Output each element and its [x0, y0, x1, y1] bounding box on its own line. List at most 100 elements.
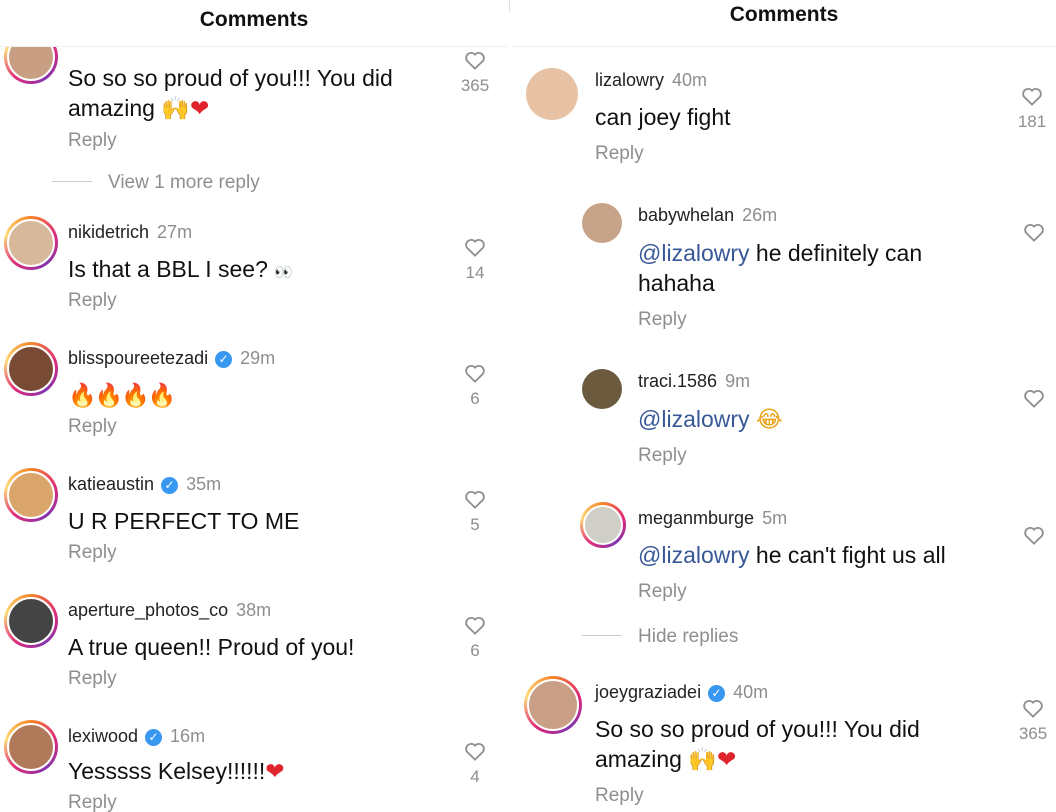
like-count: 4: [470, 767, 480, 786]
comments-header: Comments: [512, 0, 1056, 47]
reply-button[interactable]: Reply: [68, 290, 117, 312]
avatar[interactable]: [4, 342, 58, 396]
username[interactable]: lexiwood: [68, 726, 138, 746]
comment-text: @lizalowry he can't fight us all: [638, 542, 946, 568]
like-count: 365: [460, 76, 490, 95]
thread-line: [52, 181, 92, 182]
avatar[interactable]: [4, 594, 58, 648]
reply-button[interactable]: Reply: [68, 792, 117, 812]
mention-link[interactable]: @lizalowry: [638, 406, 750, 432]
username[interactable]: babywhelan: [638, 205, 734, 225]
timestamp: 40m: [733, 682, 769, 702]
heart-icon: [465, 52, 485, 70]
username[interactable]: lizalowry: [595, 70, 664, 90]
avatar[interactable]: [582, 369, 622, 409]
avatar[interactable]: [4, 216, 58, 270]
comment-meta: lizalowry 40m: [595, 70, 707, 91]
username[interactable]: blisspoureetezadi: [68, 348, 208, 368]
comment-meta: blisspoureetezadi ✓ 29m: [68, 348, 275, 369]
emoji: 👀: [274, 263, 293, 281]
timestamp: 38m: [236, 600, 272, 620]
comments-header: Comments: [0, 0, 508, 47]
reply-button[interactable]: Reply: [638, 581, 687, 603]
comment-meta: joeygraziadei ✓ 40m: [595, 682, 768, 703]
emoji: ❤: [265, 759, 285, 785]
avatar[interactable]: [580, 502, 626, 548]
mention-link[interactable]: @lizalowry: [638, 240, 750, 266]
like-button[interactable]: 181: [1002, 86, 1056, 132]
username[interactable]: meganmburge: [638, 508, 754, 528]
verified-badge-icon: ✓: [145, 729, 163, 746]
comment-meta: nikidetrich 27m: [68, 222, 192, 243]
like-button[interactable]: 5: [445, 489, 505, 535]
comment-meta: meganmburge 5m: [638, 508, 787, 529]
like-button[interactable]: [1004, 222, 1056, 242]
like-button[interactable]: [1004, 525, 1056, 545]
heart-icon: [1022, 88, 1042, 106]
comment-text: @lizalowry he definitely can hahaha: [638, 240, 923, 296]
comment-meta: katieaustin ✓ 35m: [68, 474, 221, 495]
emoji: 😂: [755, 407, 783, 433]
reply-button[interactable]: Reply: [68, 416, 117, 438]
avatar[interactable]: [524, 676, 582, 734]
timestamp: 16m: [170, 726, 206, 746]
avatar[interactable]: [4, 720, 58, 774]
username[interactable]: nikidetrich: [68, 222, 149, 242]
mention-link[interactable]: @lizalowry: [638, 542, 750, 568]
username[interactable]: joeygraziadei: [595, 682, 701, 702]
comment-meta: aperture_photos_co 38m: [68, 600, 271, 621]
like-count: 6: [470, 389, 480, 408]
page-title: Comments: [199, 8, 309, 31]
heart-icon: [465, 365, 485, 383]
like-count: 181: [1017, 112, 1047, 131]
verified-badge-icon: ✓: [708, 685, 726, 702]
reply-button[interactable]: Reply: [638, 445, 687, 467]
timestamp: 35m: [186, 474, 222, 494]
like-count: 6: [470, 641, 480, 660]
username[interactable]: traci.1586: [638, 371, 717, 391]
like-button[interactable]: 365: [1003, 698, 1056, 744]
comment-text: A true queen!! Proud of you!: [68, 634, 355, 660]
reply-button[interactable]: Reply: [68, 130, 117, 152]
like-button[interactable]: 4: [445, 741, 505, 787]
verified-badge-icon: ✓: [215, 351, 233, 368]
like-count: 5: [470, 515, 480, 534]
reply-button[interactable]: Reply: [638, 309, 687, 331]
comment-text: @lizalowry 😂: [638, 404, 783, 435]
reply-button[interactable]: Reply: [595, 143, 644, 165]
username[interactable]: katieaustin: [68, 474, 154, 494]
comment-text: So so so proud of you!!! You did amazing …: [595, 716, 920, 773]
like-button[interactable]: 6: [445, 615, 505, 661]
like-count: 365: [1018, 724, 1048, 743]
heart-icon: [1023, 700, 1043, 718]
reply-button[interactable]: Reply: [595, 785, 644, 807]
timestamp: 26m: [742, 205, 778, 225]
emoji: 🙌❤: [688, 747, 737, 773]
timestamp: 9m: [725, 371, 751, 391]
username[interactable]: aperture_photos_co: [68, 600, 228, 620]
comment-text: Is that a BBL I see? 👀: [68, 256, 293, 282]
thread-line: [582, 635, 622, 636]
right-comments-panel: Comments lizalowry 40m can joey fight Rep…: [512, 0, 1056, 812]
timestamp: 5m: [762, 508, 788, 528]
like-button[interactable]: [1004, 388, 1056, 408]
timestamp: 29m: [240, 348, 276, 368]
avatar[interactable]: [526, 68, 578, 120]
reply-button[interactable]: Reply: [68, 668, 117, 690]
comment-text: can joey fight: [595, 104, 731, 130]
like-button[interactable]: 365: [445, 50, 505, 96]
like-button[interactable]: 14: [445, 237, 505, 283]
timestamp: 27m: [157, 222, 193, 242]
heart-icon: [465, 743, 485, 761]
comment-text: 🔥🔥🔥🔥: [68, 380, 177, 411]
view-more-replies[interactable]: View 1 more reply: [52, 172, 260, 194]
comment-meta: babywhelan 26m: [638, 205, 777, 226]
reply-button[interactable]: Reply: [68, 542, 117, 564]
hide-replies-button[interactable]: Hide replies: [582, 626, 738, 648]
heart-icon: [465, 239, 485, 257]
verified-badge-icon: ✓: [161, 477, 179, 494]
comment-meta: traci.1586 9m: [638, 371, 750, 392]
avatar[interactable]: [4, 468, 58, 522]
avatar[interactable]: [582, 203, 622, 243]
like-button[interactable]: 6: [445, 363, 505, 409]
